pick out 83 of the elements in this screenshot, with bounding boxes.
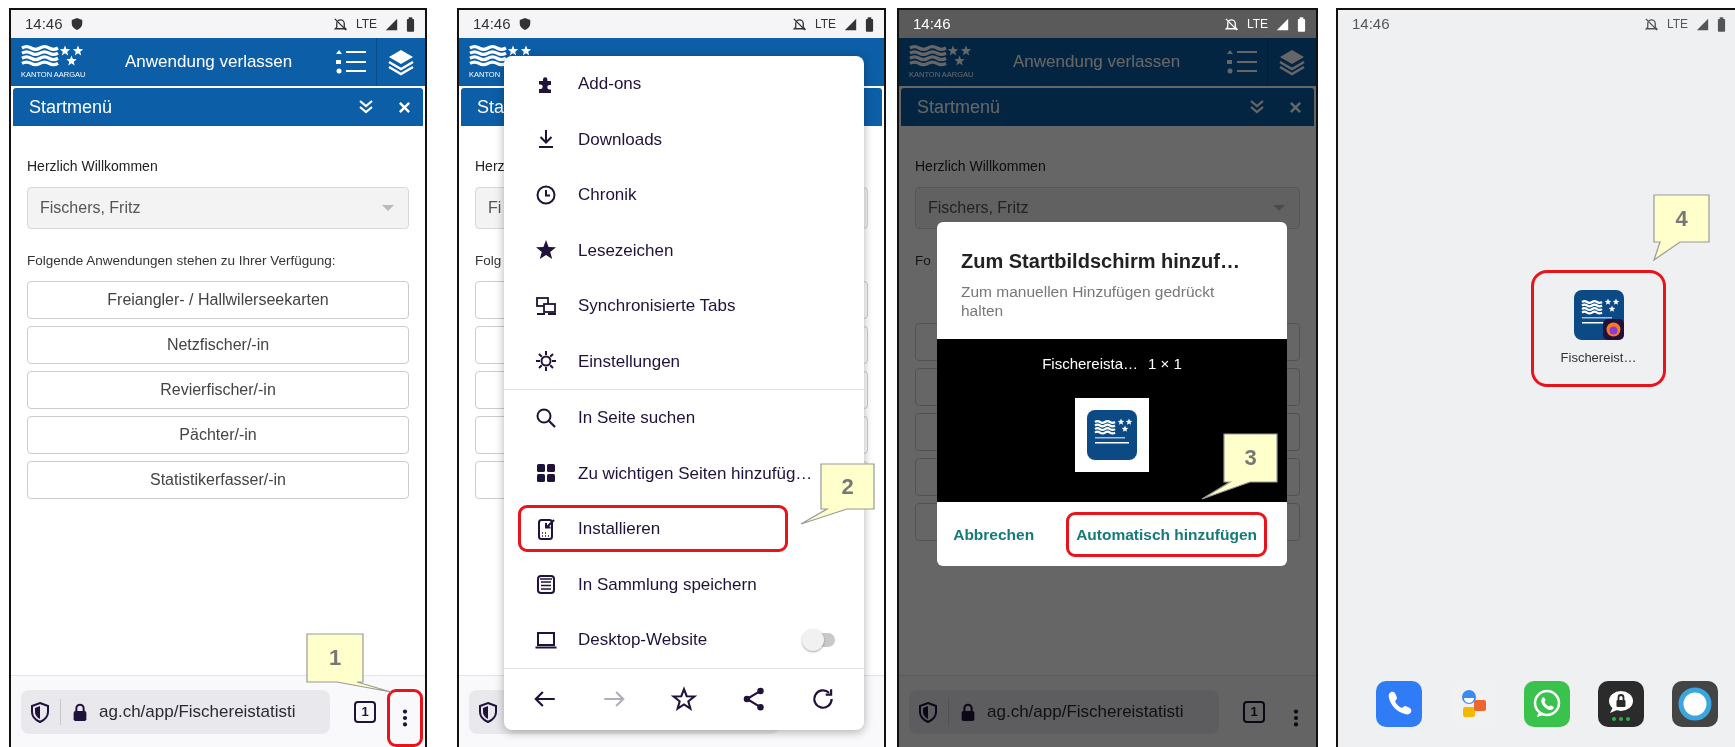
signal-icon: [844, 17, 857, 31]
menu-item[interactable]: In Seite suchen: [511, 392, 819, 444]
dialog-title: Zum Startbildschirm hinzuf…: [961, 249, 1240, 274]
dialog-button[interactable]: Automatisch hinzufügen: [1066, 511, 1267, 557]
app-shortcut-icon: [1573, 289, 1624, 340]
battery-icon: [406, 16, 415, 32]
apps-label: Fo: [915, 252, 931, 270]
toggle-switch[interactable]: [802, 628, 836, 651]
app-button[interactable]: Revierfischer/-in: [27, 371, 409, 410]
network-label: LTE: [814, 16, 836, 33]
list-icon[interactable]: [1227, 49, 1257, 75]
callout-number: 3: [1244, 447, 1257, 469]
menu-item[interactable]: Add-ons: [511, 58, 819, 110]
mute-icon: [1643, 16, 1659, 32]
menu-item[interactable]: Lesezeichen: [511, 224, 819, 276]
double-chevron-icon[interactable]: [358, 99, 374, 115]
menu-item[interactable]: Downloads: [511, 113, 819, 165]
user-select[interactable]: Fischers, Fritz: [27, 187, 409, 229]
star-icon[interactable]: [671, 686, 697, 712]
panel-title: Startmenü: [917, 95, 1002, 119]
ring-icon[interactable]: [1672, 681, 1718, 727]
app-icon-tile[interactable]: [1075, 397, 1149, 472]
battery-icon: [1717, 16, 1726, 32]
mute-icon: [1223, 16, 1239, 32]
preview-label: Fischereista…: [1042, 354, 1139, 375]
signal-icon: [1276, 17, 1289, 31]
callout-number: 2: [841, 475, 854, 498]
close-icon[interactable]: [398, 100, 411, 114]
signal-icon: [385, 17, 398, 31]
signal-icon: [1696, 17, 1709, 31]
app-button[interactable]: Netzfischer/-in: [27, 326, 409, 365]
welcome-label: Herz: [475, 157, 506, 176]
menu-item[interactable]: Synchronisierte Tabs: [511, 280, 819, 332]
dialog-button[interactable]: Abbrechen: [943, 511, 1045, 557]
menu-item[interactable]: In Sammlung speichern: [511, 558, 819, 610]
shield-icon[interactable]: [477, 700, 499, 723]
shield-icon[interactable]: [29, 700, 51, 723]
settings-icon: [534, 349, 558, 374]
menu-item[interactable]: Installieren: [511, 503, 819, 555]
welcome-label: Herzlich Willkommen: [915, 157, 1047, 176]
battery-icon: [1297, 16, 1306, 32]
app-button[interactable]: Pächter/-in: [27, 416, 409, 455]
app-shortcut[interactable]: Fischereist…: [1531, 270, 1666, 387]
network-label: LTE: [1666, 16, 1688, 33]
apps-label: Folg: [475, 252, 502, 270]
apps-label: Folgende Anwendungen stehen zu Ihrer Verfügung:: [27, 252, 336, 270]
phone-icon[interactable]: [1376, 681, 1422, 727]
network-label: LTE: [1246, 16, 1268, 33]
list-icon[interactable]: [336, 49, 366, 75]
collection-icon: [534, 572, 558, 597]
status-time: 14:46: [25, 13, 63, 34]
close-icon[interactable]: [1289, 100, 1302, 114]
mute-icon: [332, 16, 348, 32]
menu-item[interactable]: Desktop-Website: [511, 614, 803, 666]
network-label: LTE: [355, 16, 377, 33]
tab-count-button[interactable]: 1: [354, 700, 377, 723]
menu-item[interactable]: Einstellungen: [511, 335, 819, 387]
status-time: 14:46: [1352, 13, 1390, 34]
mute-icon: [791, 16, 807, 32]
battery-icon: [865, 16, 874, 32]
exit-link[interactable]: Anwendung verlassen: [125, 49, 336, 75]
lock-chat-icon[interactable]: [1598, 681, 1644, 727]
double-chevron-icon[interactable]: [1249, 99, 1265, 115]
address-field[interactable]: ag.ch/app/Fischereistatisti: [21, 689, 331, 734]
shortcut-label: Fischereist…: [1560, 348, 1637, 367]
menu-item[interactable]: Zu wichtigen Seiten hinzufüg…: [511, 447, 819, 499]
caret-down-icon: [382, 205, 394, 211]
welcome-label: Herzlich Willkommen: [27, 157, 159, 176]
callout-number: 1: [328, 647, 342, 669]
dialog-message: Zum manuellen Hinzufügen gedrückt halten: [961, 282, 1216, 321]
status-time: 14:46: [473, 13, 511, 34]
layers-icon[interactable]: [387, 48, 415, 76]
preview-size: 1 × 1: [1148, 354, 1182, 375]
layers-icon[interactable]: [1278, 48, 1306, 76]
panel-title: Sta: [477, 95, 506, 119]
app-button[interactable]: Freiangler- / Hallwilerseekarten: [27, 281, 409, 320]
panel-title: Startmenü: [29, 95, 114, 119]
app-button[interactable]: Statistikerfasser/-in: [27, 461, 409, 500]
status-time: 14:46: [913, 13, 951, 34]
menu-item[interactable]: Chronik: [511, 169, 819, 221]
callout-bubble: [1652, 194, 1710, 262]
callout-number: 4: [1675, 207, 1688, 230]
app-icon: [1087, 409, 1137, 460]
